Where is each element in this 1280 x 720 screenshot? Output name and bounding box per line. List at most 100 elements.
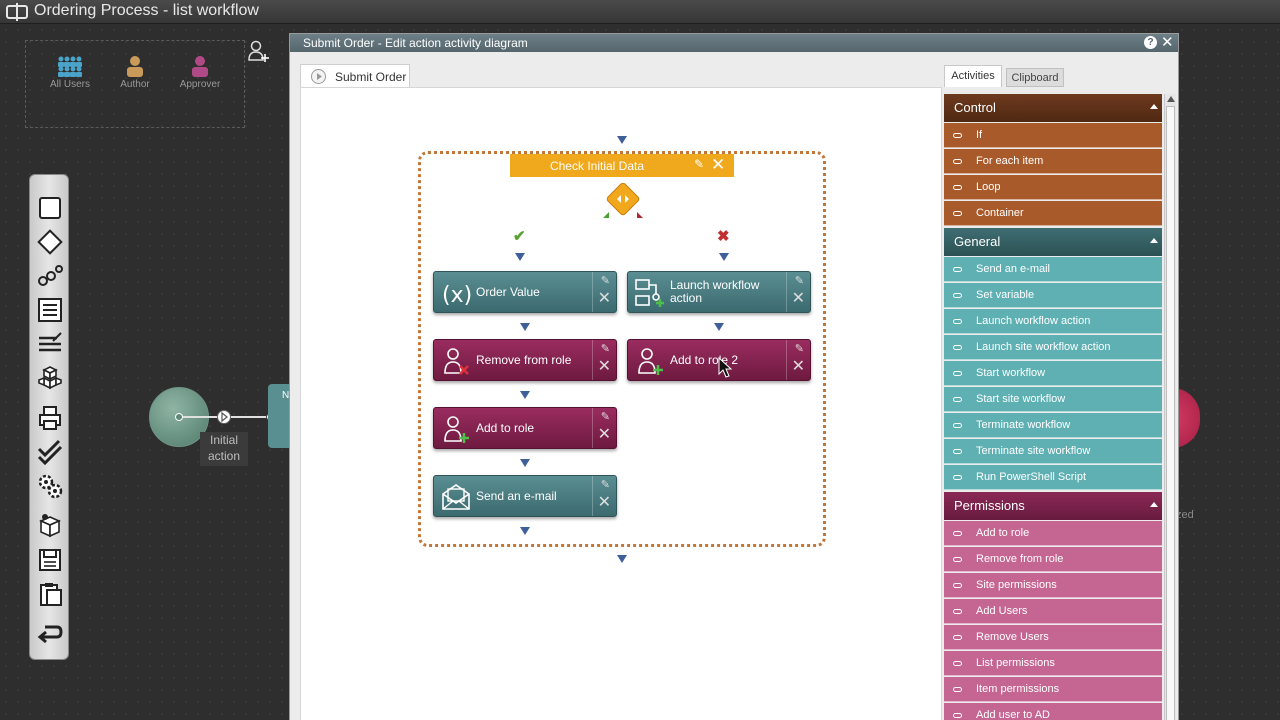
collapse-icon[interactable] [1150, 238, 1158, 243]
edit-icon[interactable]: ✎ [601, 410, 610, 423]
dialog-titlebar[interactable]: Submit Order - Edit action activity diag… [290, 34, 1178, 52]
group-control[interactable]: Control [944, 94, 1162, 122]
activity-item-start-workflow[interactable]: Start workflow [944, 361, 1162, 386]
activity-item-list-permissions[interactable]: List permissions [944, 651, 1162, 676]
activity-item-set-variable[interactable]: Set variable [944, 283, 1162, 308]
tool-validate[interactable] [36, 438, 64, 466]
activity-send-email[interactable]: Send an e-mail ✎ ✕ [433, 475, 617, 517]
tool-list[interactable] [36, 296, 64, 324]
activity-item-run-powershell[interactable]: Run PowerShell Script [944, 465, 1162, 490]
drag-handle-icon [953, 397, 962, 402]
delete-icon[interactable]: ✕ [598, 427, 611, 443]
collapse-icon[interactable] [1150, 502, 1158, 507]
activity-actions: ✎ ✕ [592, 272, 616, 312]
activity-item-terminate-workflow[interactable]: Terminate workflow [944, 413, 1162, 438]
activity-item-add-to-role[interactable]: Add to role [944, 521, 1162, 546]
tool-condition[interactable] [36, 228, 64, 256]
condition-diamond[interactable] [600, 182, 646, 223]
activity-remove-from-role[interactable]: Remove from role ✎ ✕ [433, 339, 617, 381]
close-icon[interactable]: ✕ [1161, 34, 1174, 52]
connector-handle[interactable] [175, 413, 183, 421]
activity-item-remove-users[interactable]: Remove Users [944, 625, 1162, 650]
flow-arrow [714, 323, 724, 331]
node-label: Check Initial Data [549, 159, 645, 173]
cubes-icon [38, 366, 62, 390]
tool-settings[interactable] [36, 472, 64, 500]
tab-label: Submit Order [335, 70, 407, 84]
activity-item-add-user-to-ad[interactable]: Add user to AD [944, 703, 1162, 720]
drag-handle-icon [953, 371, 962, 376]
tool-form[interactable] [36, 330, 64, 358]
activity-item-add-users[interactable]: Add Users [944, 599, 1162, 624]
delete-icon[interactable]: ✕ [598, 495, 611, 511]
group-general[interactable]: General [944, 228, 1162, 256]
activity-item-terminate-site-workflow[interactable]: Terminate site workflow [944, 439, 1162, 464]
activity-item-start-site-workflow[interactable]: Start site workflow [944, 387, 1162, 412]
tool-print[interactable] [36, 404, 64, 432]
activity-launch-workflow[interactable]: Launch workflow action ✎ ✕ [627, 271, 811, 313]
tab-clipboard[interactable]: Clipboard [1006, 68, 1064, 87]
tool-packages[interactable] [36, 364, 64, 392]
tool-undo[interactable] [36, 620, 64, 648]
activity-item-item-permissions[interactable]: Item permissions [944, 677, 1162, 702]
drag-handle-icon [953, 423, 962, 428]
tab-submit-order[interactable]: Submit Order [300, 64, 410, 88]
activity-item-site-permissions[interactable]: Site permissions [944, 573, 1162, 598]
tool-paste[interactable] [36, 580, 64, 608]
activity-item-for-each[interactable]: For each item [944, 149, 1162, 174]
activity-item-label: Send an e-mail [976, 263, 1050, 275]
activity-item-label: Site permissions [976, 579, 1057, 591]
dialog-title: Submit Order - Edit action activity diag… [303, 36, 528, 50]
role-approver[interactable]: Approver [170, 55, 230, 90]
activity-item-label: List permissions [976, 657, 1055, 669]
activity-add-to-role[interactable]: Add to role ✎ ✕ [433, 407, 617, 449]
edit-icon[interactable]: ✎ [795, 274, 804, 287]
activity-item-remove-from-role[interactable]: Remove from role [944, 547, 1162, 572]
role-label: Author [120, 79, 150, 90]
edit-icon[interactable]: ✎ [694, 157, 704, 171]
delete-icon[interactable]: ✕ [792, 359, 805, 375]
activities-scrollbar[interactable] [1164, 94, 1176, 720]
group-permissions[interactable]: Permissions [944, 492, 1162, 520]
tool-export[interactable] [36, 512, 64, 540]
check-initial-data-node[interactable]: Check Initial Data ✎ ✕ [510, 154, 734, 177]
activity-item-if[interactable]: If [944, 123, 1162, 148]
role-all-users[interactable]: All Users [40, 55, 100, 90]
activity-item-launch-site-workflow[interactable]: Launch site workflow action [944, 335, 1162, 360]
activity-item-label: For each item [976, 155, 1044, 167]
activity-diagram-canvas[interactable]: Check Initial Data ✎ ✕ ✔ ✖ (x) Order Val… [300, 87, 942, 720]
delete-icon[interactable]: ✕ [792, 291, 805, 307]
delete-icon[interactable]: ✕ [711, 154, 725, 176]
scroll-up-icon[interactable] [1167, 96, 1175, 102]
edit-icon[interactable]: ✎ [795, 342, 804, 355]
tool-save[interactable] [36, 546, 64, 574]
activity-label: Send an e-mail [476, 488, 557, 503]
gears-icon [38, 474, 63, 499]
activity-item-launch-workflow[interactable]: Launch workflow action [944, 309, 1162, 334]
add-role-icon[interactable] [246, 40, 270, 64]
activity-item-send-email[interactable]: Send an e-mail [944, 257, 1162, 282]
activity-item-container[interactable]: Container [944, 201, 1162, 226]
edit-icon[interactable]: ✎ [601, 274, 610, 287]
save-icon [39, 549, 61, 571]
edit-icon[interactable]: ✎ [601, 478, 610, 491]
add-user-icon [638, 348, 663, 375]
collapse-icon[interactable] [1150, 104, 1158, 109]
workflow-node[interactable]: N [268, 384, 290, 448]
edit-icon[interactable]: ✎ [601, 342, 610, 355]
tab-activities[interactable]: Activities [944, 65, 1002, 87]
tool-action[interactable] [36, 194, 64, 222]
activity-item-label: Terminate site workflow [976, 445, 1091, 457]
help-icon[interactable]: ? [1144, 36, 1157, 49]
drag-handle-icon [953, 267, 962, 272]
activity-order-value[interactable]: (x) Order Value ✎ ✕ [433, 271, 617, 313]
delete-icon[interactable]: ✕ [598, 359, 611, 375]
activity-item-loop[interactable]: Loop [944, 175, 1162, 200]
role-author[interactable]: Author [105, 55, 165, 90]
delete-icon[interactable]: ✕ [598, 291, 611, 307]
scrollbar-thumb[interactable] [1166, 106, 1175, 720]
user-icon [127, 56, 143, 77]
activity-actions: ✎ ✕ [592, 408, 616, 448]
tool-connector[interactable] [36, 262, 64, 290]
group-title: Control [954, 100, 996, 115]
